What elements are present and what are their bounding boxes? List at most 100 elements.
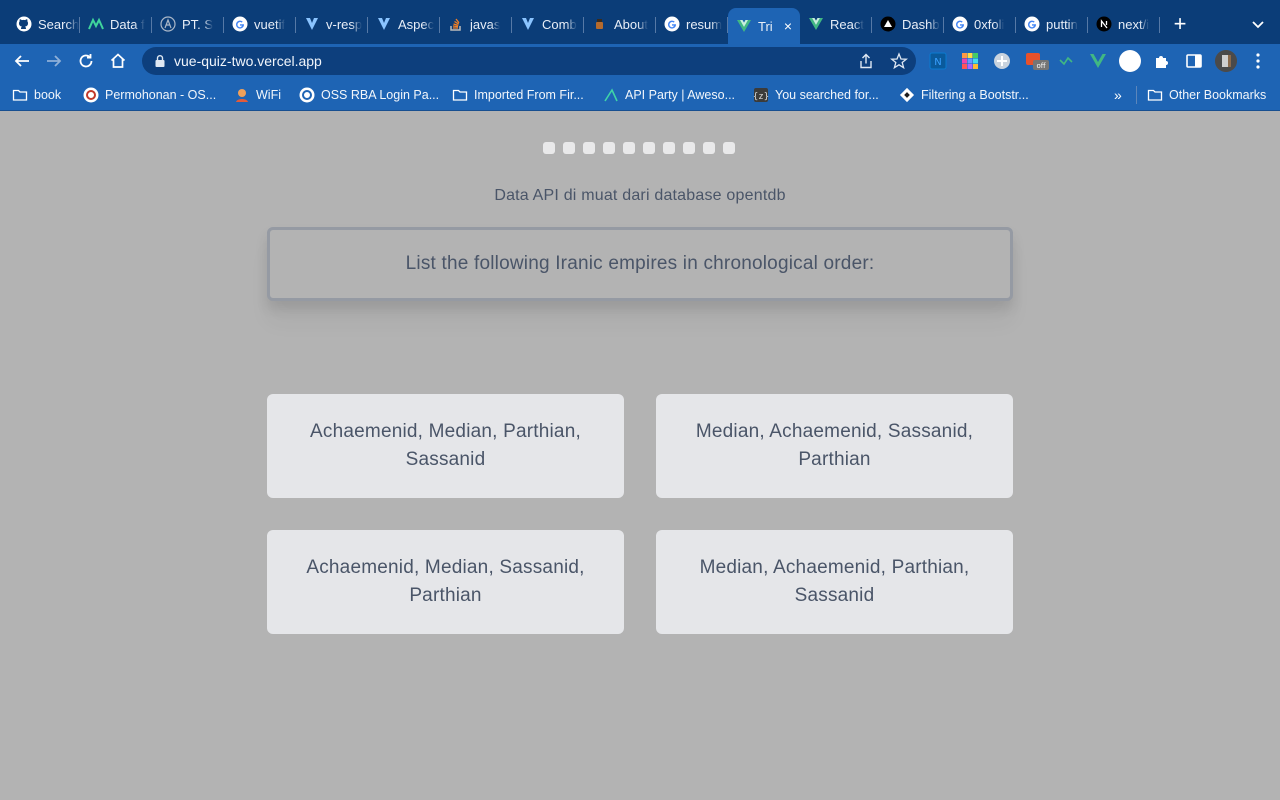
folder-icon xyxy=(452,87,468,103)
bookmark-folder-book[interactable]: book xyxy=(12,86,61,104)
lock-icon xyxy=(155,55,165,67)
tab-title: vuetif xyxy=(254,16,286,32)
triangle-icon xyxy=(880,16,896,32)
svg-text:N: N xyxy=(934,57,941,68)
reload-button[interactable] xyxy=(74,49,98,73)
tab-react[interactable]: React xyxy=(800,8,872,40)
tab-github[interactable]: Search xyxy=(8,8,80,40)
svg-text:{z}: {z} xyxy=(753,92,769,102)
answer-option-2[interactable]: Median, Achaemenid, Sassanid, Parthian xyxy=(656,394,1013,498)
browser-toolbar: vue-quiz-two.vercel.app N off xyxy=(0,44,1280,78)
bookmark-label: API Party | Aweso... xyxy=(625,88,736,102)
answer-option-1[interactable]: Achaemenid, Median, Parthian, Sassanid xyxy=(267,394,624,498)
tab-title: React xyxy=(830,16,864,32)
side-panel-icon[interactable] xyxy=(1185,52,1203,70)
tab-javascript[interactable]: javas xyxy=(440,8,512,40)
vuetify-icon xyxy=(376,16,392,32)
extension-globe-icon[interactable] xyxy=(993,52,1011,70)
data-source-note: Data API di muat dari database opentdb xyxy=(494,187,786,204)
tab-combobox[interactable]: Comb xyxy=(512,8,584,40)
extensions-puzzle-icon[interactable] xyxy=(1153,52,1171,70)
bookmark-label: You searched for... xyxy=(775,88,879,102)
tab-title: 0xfoli xyxy=(974,16,1005,32)
question-card: List the following Iranic empires in chr… xyxy=(267,227,1013,301)
oss-icon xyxy=(299,87,315,103)
address-bar[interactable]: vue-quiz-two.vercel.app xyxy=(142,47,916,75)
extension-wave-icon[interactable] xyxy=(1057,52,1075,70)
tab-title: Aspec xyxy=(398,16,435,32)
stackoverflow-icon xyxy=(448,16,464,32)
more-bookmarks-button[interactable]: » xyxy=(1114,87,1122,103)
forward-button[interactable] xyxy=(42,49,66,73)
extension-off-badge-icon[interactable]: off xyxy=(1025,52,1049,70)
tab-about[interactable]: About xyxy=(584,8,656,40)
tab-title: resum xyxy=(686,16,723,32)
extension-n-icon[interactable]: N xyxy=(929,52,947,70)
bookmark-wifi[interactable]: WiFi xyxy=(234,86,281,104)
bookmarks-bar: book Permohonan - OS... WiFi OSS RBA Log… xyxy=(0,78,1280,111)
google-icon xyxy=(952,16,968,32)
tab-resume[interactable]: resum xyxy=(656,8,728,40)
url-text: vue-quiz-two.vercel.app xyxy=(174,53,322,69)
folder-icon xyxy=(12,87,28,103)
tab-vuetify-search[interactable]: vuetif xyxy=(224,8,296,40)
github-icon xyxy=(16,16,32,32)
tab-strip: Search Data f PT. S vuetif v-resp Aspec … xyxy=(0,0,1280,44)
bookmark-oss-rba[interactable]: OSS RBA Login Pa... xyxy=(299,86,439,104)
tab-title: Dashb xyxy=(902,16,940,32)
extension-color-grid-icon[interactable] xyxy=(961,52,979,70)
oss-icon xyxy=(83,87,99,103)
bookmark-label: WiFi xyxy=(256,88,281,102)
wifi-avatar-icon xyxy=(234,87,250,103)
extension-vue-devtools-icon[interactable] xyxy=(1089,52,1107,70)
home-button[interactable] xyxy=(106,49,130,73)
bookmark-folder-imported[interactable]: Imported From Fir... xyxy=(452,86,584,104)
arrow-right-icon xyxy=(47,55,62,67)
tab-dashboard[interactable]: Dashb xyxy=(872,8,944,40)
progress-dot xyxy=(603,142,615,154)
tab-trivia-active[interactable]: Tri × xyxy=(728,8,800,44)
progress-dot xyxy=(623,142,635,154)
tab-data[interactable]: Data f xyxy=(80,8,152,40)
bookmark-label: Permohonan - OS... xyxy=(105,88,217,102)
svg-text:off: off xyxy=(1036,62,1045,70)
tab-v-resp[interactable]: v-resp xyxy=(296,8,368,40)
profile-circle-icon[interactable] xyxy=(1119,50,1141,72)
answer-option-3[interactable]: Achaemenid, Median, Sassanid, Parthian xyxy=(267,530,624,634)
bookmark-label: Other Bookmarks xyxy=(1169,88,1267,102)
bookmark-you-searched[interactable]: {z} You searched for... xyxy=(753,86,879,104)
tab-title: Data f xyxy=(110,16,145,32)
question-text: List the following Iranic empires in chr… xyxy=(405,253,875,274)
tab-search-chevron-icon[interactable] xyxy=(1248,14,1268,34)
api-party-icon xyxy=(603,87,619,103)
tab-nextjs[interactable]: next/i xyxy=(1088,8,1160,40)
bookmark-api-party[interactable]: API Party | Aweso... xyxy=(603,86,735,104)
google-icon xyxy=(1024,16,1040,32)
a-logo-icon xyxy=(160,16,176,32)
close-tab-icon[interactable]: × xyxy=(784,18,792,34)
progress-dot xyxy=(543,142,555,154)
z-icon: {z} xyxy=(753,87,769,103)
menu-dots-icon[interactable] xyxy=(1250,52,1266,70)
back-button[interactable] xyxy=(10,49,34,73)
nextjs-icon xyxy=(1096,16,1112,32)
bookmark-other-bookmarks[interactable]: Other Bookmarks xyxy=(1147,86,1266,104)
quiz-page: Data API di muat dari database opentdb L… xyxy=(0,111,1280,800)
answer-option-4[interactable]: Median, Achaemenid, Parthian, Sassanid xyxy=(656,530,1013,634)
tab-putting[interactable]: puttin xyxy=(1016,8,1088,40)
tab-title: v-resp xyxy=(326,16,363,32)
bookmark-permohonan[interactable]: Permohonan - OS... xyxy=(83,86,216,104)
tab-pt[interactable]: PT. S xyxy=(152,8,224,40)
progress-dot xyxy=(703,142,715,154)
arrow-left-icon xyxy=(14,55,29,67)
share-icon[interactable] xyxy=(858,53,874,69)
bookmark-star-icon[interactable] xyxy=(890,52,908,70)
vuetify-icon xyxy=(520,16,536,32)
new-tab-button[interactable]: + xyxy=(1168,12,1192,36)
tab-aspect[interactable]: Aspec xyxy=(368,8,440,40)
progress-dot xyxy=(563,142,575,154)
bookmark-filtering-bootstrap[interactable]: Filtering a Bootstr... xyxy=(899,86,1029,104)
avatar[interactable] xyxy=(1215,50,1237,72)
progress-dots xyxy=(543,142,735,154)
tab-0xfolio[interactable]: 0xfoli xyxy=(944,8,1016,40)
